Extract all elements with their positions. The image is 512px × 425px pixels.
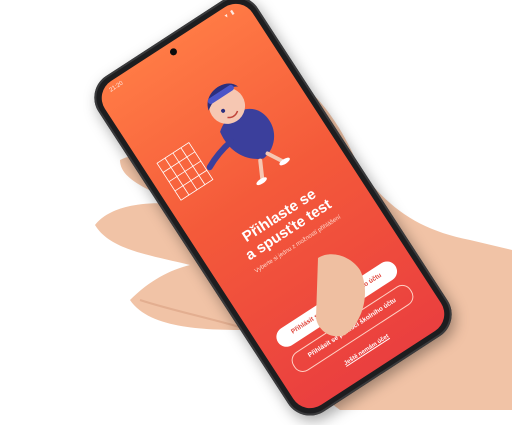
scene: 21:20 ▾ ▮ Přihlaste se a spusťte test Vy… <box>0 0 512 425</box>
grid-board-illustration <box>156 142 214 201</box>
status-icons: ▾ ▮ <box>224 8 237 20</box>
status-time: 21:20 <box>108 80 125 94</box>
